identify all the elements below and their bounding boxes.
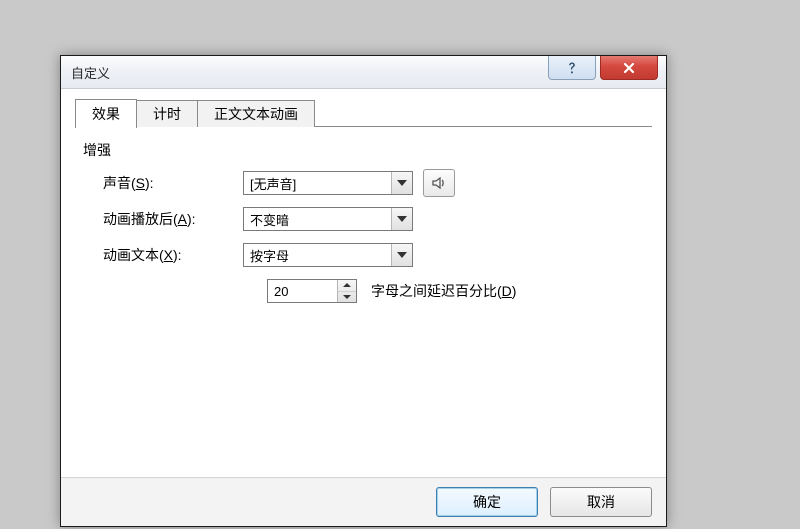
ok-button[interactable]: 确定 xyxy=(436,487,538,517)
window-title: 自定义 xyxy=(71,63,110,82)
delay-value: 20 xyxy=(268,284,337,299)
tab-timing[interactable]: 计时 xyxy=(136,100,198,127)
delay-spinner[interactable]: 20 xyxy=(267,279,357,303)
after-animation-value: 不变暗 xyxy=(244,210,391,229)
delay-row: 20 字母之间延迟百分比(D) xyxy=(103,278,648,304)
tab-text-animation[interactable]: 正文文本动画 xyxy=(197,100,315,127)
help-icon xyxy=(565,61,579,75)
tab-effects[interactable]: 效果 xyxy=(75,99,137,128)
sound-label: 声音(S): xyxy=(103,173,243,193)
cancel-button[interactable]: 取消 xyxy=(550,487,652,517)
chevron-down-icon xyxy=(391,172,412,194)
titlebar[interactable]: 自定义 xyxy=(61,56,666,89)
spinner-buttons[interactable] xyxy=(337,280,356,302)
preview-sound-button[interactable] xyxy=(423,169,455,197)
help-button[interactable] xyxy=(548,56,596,80)
animate-text-label: 动画文本(X): xyxy=(103,245,243,265)
after-animation-row: 动画播放后(A): 不变暗 xyxy=(103,206,648,232)
after-animation-combobox[interactable]: 不变暗 xyxy=(243,207,413,231)
delay-label: 字母之间延迟百分比(D) xyxy=(371,281,516,301)
dialog-footer: 确定 取消 xyxy=(61,477,666,526)
animate-text-value: 按字母 xyxy=(244,246,391,265)
sound-combobox[interactable]: [无声音] xyxy=(243,171,413,195)
tab-strip: 效果 计时 正文文本动画 xyxy=(75,99,652,127)
client-area: 效果 计时 正文文本动画 增强 声音(S): [无声音] xyxy=(61,89,666,477)
group-enhance-title: 增强 xyxy=(83,140,648,160)
spinner-up-icon[interactable] xyxy=(338,280,356,292)
close-button[interactable] xyxy=(600,56,658,80)
animate-text-row: 动画文本(X): 按字母 xyxy=(103,242,648,268)
effects-panel: 增强 声音(S): [无声音] 动画播放后(A): xyxy=(75,128,652,477)
animate-text-combobox[interactable]: 按字母 xyxy=(243,243,413,267)
sound-value: [无声音] xyxy=(244,174,391,193)
custom-animation-dialog: 自定义 效果 计时 正文文本动画 增强 声音(S) xyxy=(60,55,667,527)
spinner-down-icon[interactable] xyxy=(338,292,356,303)
speaker-icon xyxy=(431,175,447,191)
close-icon xyxy=(622,61,636,75)
chevron-down-icon xyxy=(391,244,412,266)
titlebar-buttons xyxy=(548,56,666,80)
chevron-down-icon xyxy=(391,208,412,230)
sound-row: 声音(S): [无声音] xyxy=(103,170,648,196)
after-animation-label: 动画播放后(A): xyxy=(103,209,243,229)
